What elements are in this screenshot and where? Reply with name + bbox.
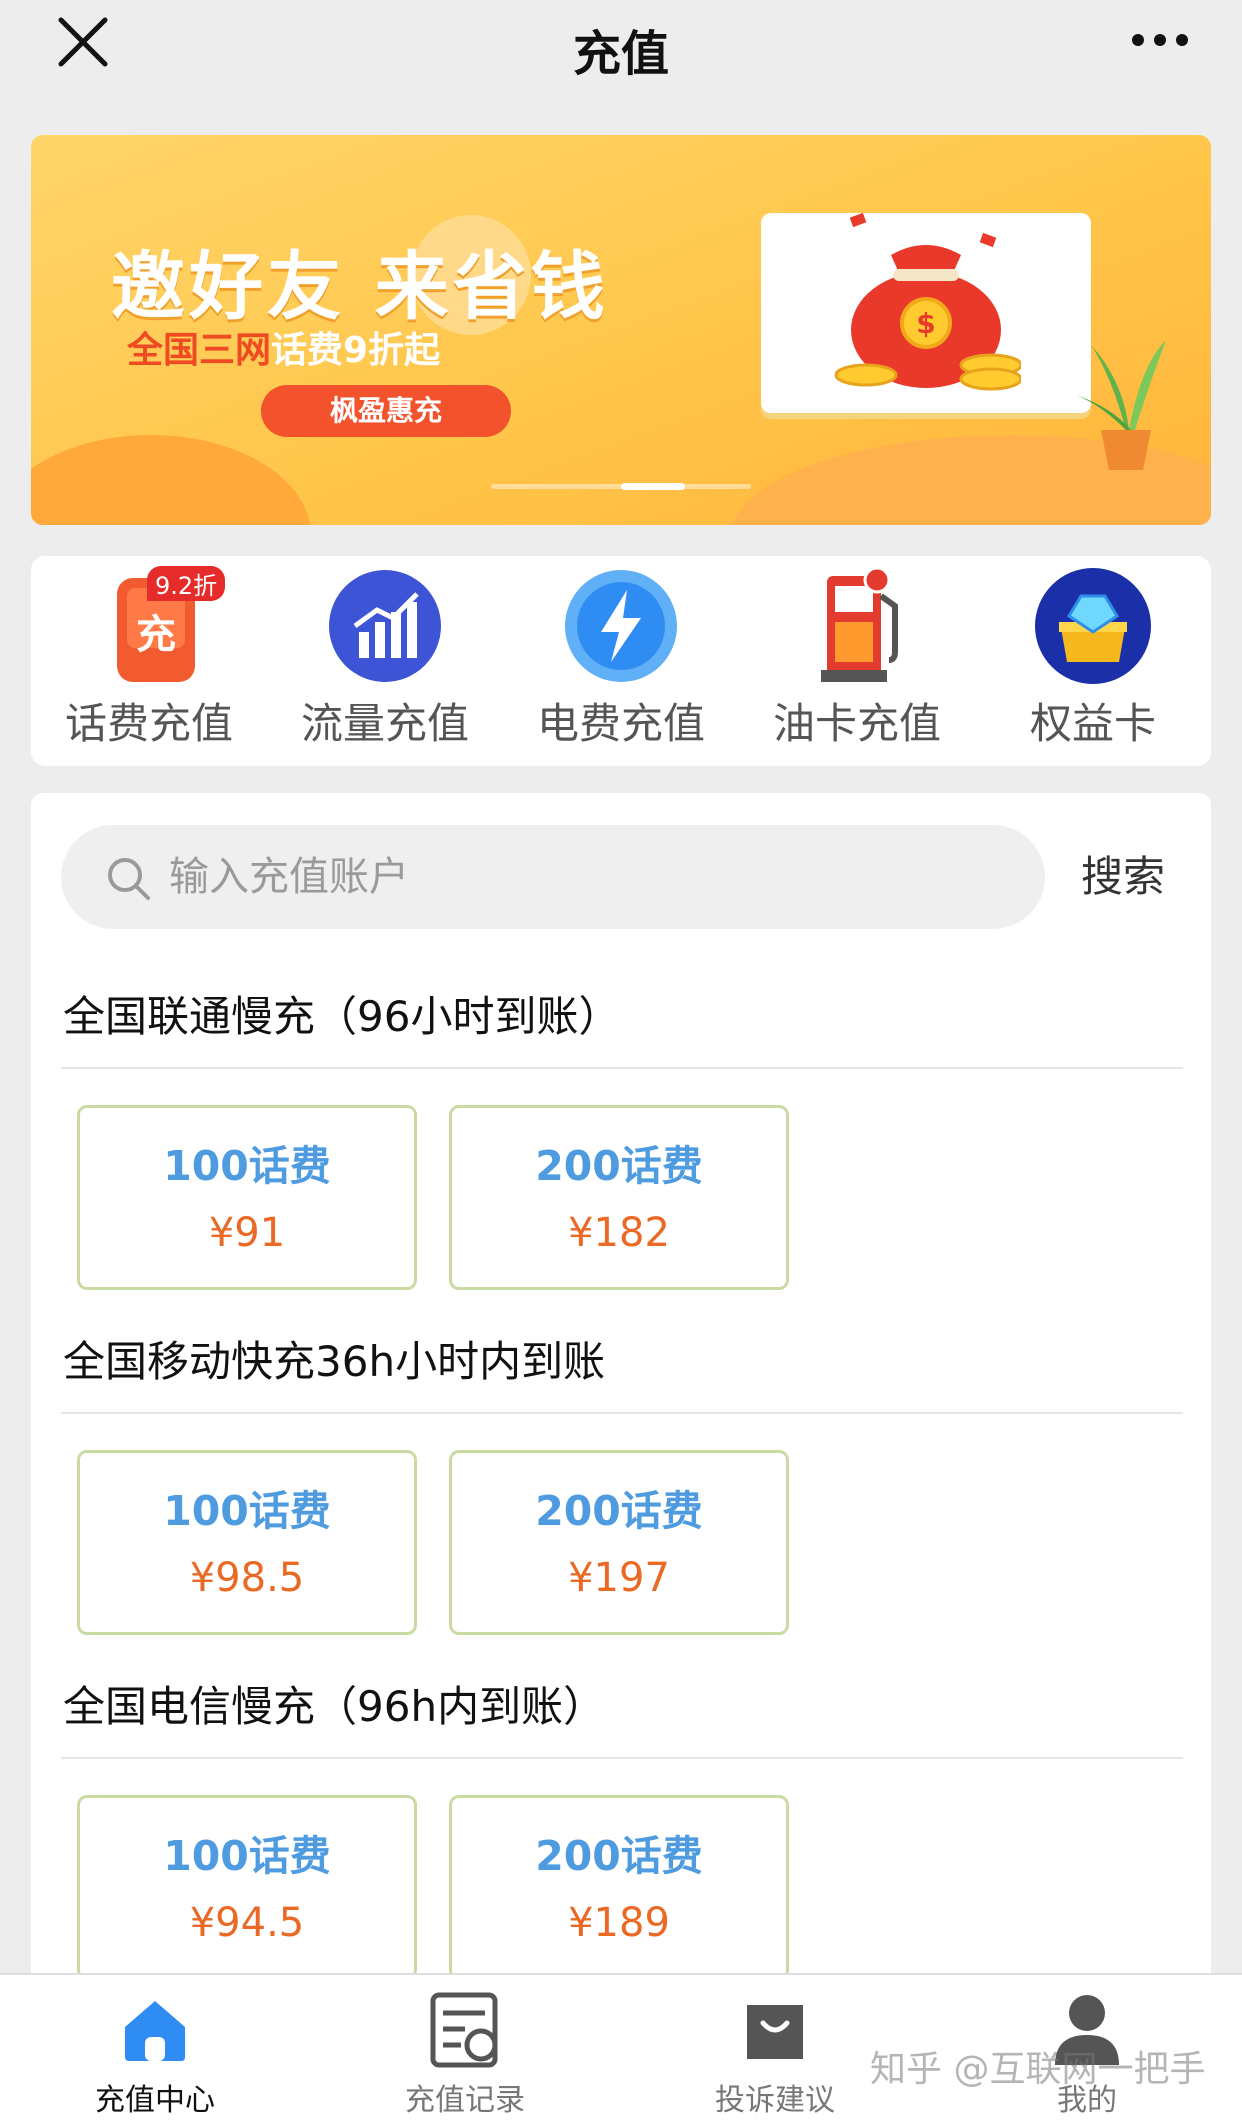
plant-icon [1076, 340, 1166, 470]
category-icon-text: 充 [136, 612, 176, 658]
product-price: ¥197 [568, 1555, 670, 1601]
product-price: ¥98.5 [189, 1555, 305, 1601]
promo-banner[interactable]: 邀好友 来省钱 全国三网话费9折起 枫盈惠充 $ [31, 135, 1211, 525]
data-chart-icon [325, 566, 445, 686]
section-divider [61, 1412, 1183, 1414]
nav-recharge-history[interactable]: 充值记录 [345, 1989, 585, 2119]
category-label: 电费充值 [536, 699, 705, 748]
page-title: 充值 [572, 26, 669, 82]
carousel-indicator [491, 481, 751, 491]
banner-subtitle-red: 全国三网 [127, 330, 272, 371]
product-price: ¥94.5 [189, 1900, 305, 1946]
category-fuel-card[interactable]: 油卡充值 [757, 566, 957, 751]
category-bar: 充 9.2折 话费充值 流量充值 电费充值 油卡充值 权益卡 [31, 556, 1211, 766]
header: 充值 [0, 0, 1242, 110]
section-title: 全国电信慢充（96h内到账） [63, 1682, 606, 1731]
category-data-recharge[interactable]: 流量充值 [285, 566, 485, 751]
discount-badge: 9.2折 [147, 566, 226, 601]
product-name: 200话费 [535, 1487, 703, 1535]
banner-button[interactable]: 枫盈惠充 [261, 385, 511, 437]
banner-subtitle: 全国三网话费9折起 [127, 321, 440, 373]
category-membership-card[interactable]: 权益卡 [993, 566, 1193, 751]
product-card[interactable]: 100话费 ¥94.5 [77, 1795, 417, 1980]
category-label: 权益卡 [1029, 699, 1156, 748]
svg-text:$: $ [916, 307, 935, 340]
product-price: ¥182 [568, 1210, 670, 1256]
phone-recharge-icon: 充 9.2折 [89, 566, 226, 686]
carousel-active-dot [621, 483, 685, 490]
product-card[interactable]: 200话费 ¥197 [449, 1450, 789, 1635]
product-price: ¥91 [208, 1210, 286, 1256]
section-divider [61, 1067, 1183, 1069]
money-bag-icon: $ [834, 212, 1021, 391]
product-price: ¥189 [568, 1900, 670, 1946]
home-icon [115, 1989, 195, 2069]
category-electric-recharge[interactable]: 电费充值 [521, 566, 721, 751]
product-name: 100话费 [163, 1142, 331, 1190]
category-phone-recharge[interactable]: 充 9.2折 话费充值 [49, 566, 249, 751]
product-card[interactable]: 100话费 ¥98.5 [77, 1450, 417, 1635]
more-icon[interactable] [1130, 28, 1190, 52]
nav-label: 充值记录 [405, 2083, 525, 2118]
recharge-content: 搜索 全国联通慢充（96小时到账） 100话费 ¥91 200话费 ¥182 全… [31, 793, 1211, 1980]
product-card[interactable]: 200话费 ¥189 [449, 1795, 789, 1980]
nav-recharge-center[interactable]: 充值中心 [35, 1989, 275, 2119]
section-title: 全国移动快充36h小时内到账 [63, 1337, 606, 1386]
record-icon [425, 1989, 505, 2069]
product-card[interactable]: 100话费 ¥91 [77, 1105, 417, 1290]
product-name: 200话费 [535, 1832, 703, 1880]
section-title: 全国联通慢充（96小时到账） [63, 992, 621, 1041]
search-button[interactable]: 搜索 [1081, 843, 1165, 904]
category-label: 话费充值 [64, 699, 233, 748]
banner-headline: 邀好友 来省钱 [111, 244, 609, 330]
section-divider [61, 1757, 1183, 1759]
category-label: 流量充值 [300, 699, 469, 748]
category-label: 油卡充值 [772, 699, 941, 748]
banner-decoration [31, 435, 311, 525]
search-input[interactable] [169, 847, 989, 907]
watermark: 知乎 @互联网一把手 [870, 2049, 1206, 2090]
product-name: 100话费 [163, 1487, 331, 1535]
search-icon [108, 858, 150, 900]
banner-subtitle-white: 话费9折起 [271, 330, 441, 371]
product-name: 200话费 [535, 1142, 703, 1190]
nav-label: 投诉建议 [715, 2083, 835, 2118]
treasure-chest-icon [1033, 566, 1153, 686]
search-bar[interactable] [61, 825, 1045, 929]
product-card[interactable]: 200话费 ¥182 [449, 1105, 789, 1290]
shopping-bag-icon [735, 1989, 815, 2069]
nav-complaints[interactable]: 投诉建议 [655, 1989, 895, 2119]
product-name: 100话费 [163, 1832, 331, 1880]
nav-label: 充值中心 [95, 2083, 215, 2118]
lightning-icon [561, 566, 681, 686]
fuel-pump-icon [797, 566, 917, 686]
